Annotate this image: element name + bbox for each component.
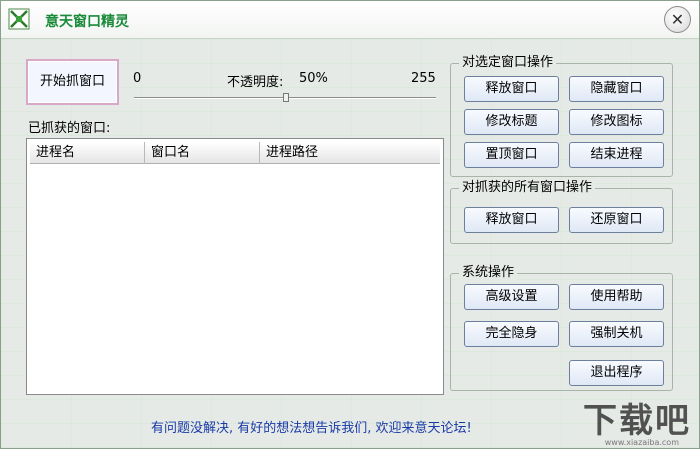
release-window-button[interactable]: 释放窗口 — [464, 76, 559, 102]
start-capture-button[interactable]: 开始抓窗口 — [26, 59, 119, 105]
title-bar[interactable]: 意天窗口精灵 ✕ — [1, 1, 699, 39]
slider-max-value: 255 — [411, 71, 436, 86]
window-title: 意天窗口精灵 — [45, 14, 129, 30]
captured-windows-list[interactable]: 进程名 窗口名 进程路径 — [26, 138, 444, 395]
slider-min-value: 0 — [133, 71, 142, 86]
app-logo-icon — [8, 8, 30, 30]
column-header-process-path[interactable]: 进程路径 — [260, 142, 440, 164]
close-button[interactable]: ✕ — [664, 6, 691, 33]
group-title-all-ops: 对抓获的所有窗口操作 — [459, 180, 596, 196]
watermark-logo: 下载吧 — [583, 401, 691, 441]
restore-all-button[interactable]: 还原窗口 — [569, 207, 664, 233]
hide-window-button[interactable]: 隐藏窗口 — [569, 76, 664, 102]
list-header: 进程名 窗口名 进程路径 — [30, 142, 440, 164]
opacity-value: 50% — [299, 71, 328, 86]
main-window: 意天窗口精灵 ✕ 开始抓窗口 0 不透明度: 50% 255 已抓获的窗口: 进… — [0, 0, 700, 449]
column-header-process-name[interactable]: 进程名 — [30, 142, 145, 164]
close-icon: ✕ — [670, 10, 685, 29]
advanced-settings-button[interactable]: 高级设置 — [464, 284, 559, 310]
exit-button[interactable]: 退出程序 — [569, 360, 664, 386]
kill-process-button[interactable]: 结束进程 — [569, 142, 664, 168]
edit-title-button[interactable]: 修改标题 — [464, 109, 559, 135]
full-stealth-button[interactable]: 完全隐身 — [464, 321, 559, 347]
group-title-system-ops: 系统操作 — [459, 265, 518, 281]
pin-top-button[interactable]: 置顶窗口 — [464, 142, 559, 168]
captured-windows-label: 已抓获的窗口: — [28, 121, 111, 136]
force-shutdown-button[interactable]: 强制关机 — [569, 321, 664, 347]
column-header-window-name[interactable]: 窗口名 — [145, 142, 260, 164]
opacity-slider-thumb[interactable] — [283, 93, 289, 102]
release-all-button[interactable]: 释放窗口 — [464, 207, 559, 233]
group-title-selected-ops: 对选定窗口操作 — [459, 55, 557, 71]
help-button[interactable]: 使用帮助 — [569, 284, 664, 310]
footer-forum-link[interactable]: 有问题没解决, 有好的想法想告诉我们, 欢迎来意天论坛! — [151, 417, 472, 436]
opacity-label: 不透明度: — [227, 75, 284, 90]
watermark-url: www.xiazaiba.com — [604, 438, 679, 447]
edit-icon-button[interactable]: 修改图标 — [569, 109, 664, 135]
